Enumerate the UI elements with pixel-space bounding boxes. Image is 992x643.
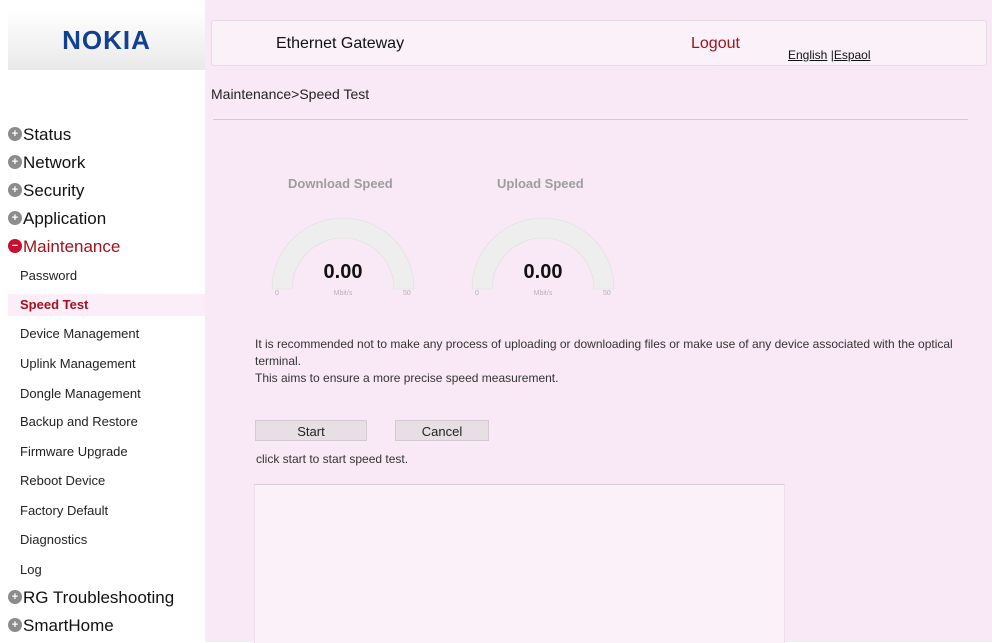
menu-label: Application (23, 209, 107, 228)
submenu-firmware-upgrade[interactable]: Firmware Upgrade (20, 442, 128, 462)
breadcrumb: Maintenance>Speed Test (211, 86, 370, 102)
start-button[interactable]: Start (255, 420, 367, 441)
menu-smarthome[interactable]: + SmartHome (8, 614, 114, 638)
submenu-device-management[interactable]: Device Management (20, 324, 139, 344)
menu-label: Maintenance (23, 237, 121, 256)
expand-icon: + (8, 210, 22, 225)
speed-test-result-area (254, 484, 785, 643)
logo-area: NOKIA (8, 10, 205, 70)
speed-test-note: It is recommended not to make any proces… (255, 336, 975, 387)
upload-speed-title: Upload Speed (497, 176, 584, 191)
download-speed-title: Download Speed (288, 176, 393, 191)
logout-link[interactable]: Logout (691, 35, 740, 53)
submenu-dongle-management[interactable]: Dongle Management (20, 384, 141, 404)
download-gauge-min: 0 (275, 290, 279, 297)
main-content: Ethernet Gateway Logout English |Espaol … (205, 0, 992, 643)
collapse-icon: − (8, 238, 22, 253)
upload-speed-value: 0.00 (523, 261, 563, 283)
lang-spanish-link[interactable]: Espaol (834, 48, 871, 62)
divider (213, 119, 968, 120)
cancel-button[interactable]: Cancel (395, 420, 489, 441)
menu-maintenance[interactable]: − Maintenance (8, 235, 120, 259)
language-switcher: English |Espaol (788, 48, 871, 62)
submenu-reboot-device[interactable]: Reboot Device (20, 471, 105, 491)
download-speed-value: 0.00 (323, 261, 363, 283)
expand-icon: + (8, 154, 22, 169)
menu-label: Status (23, 125, 72, 144)
menu-security[interactable]: + Security (8, 179, 84, 203)
submenu-backup-restore[interactable]: Backup and Restore (20, 412, 138, 432)
menu-network[interactable]: + Network (8, 151, 85, 175)
download-speed-gauge: 0.00 Mbit/s 0 50 (268, 205, 418, 297)
start-hint: click start to start speed test. (256, 452, 409, 466)
menu-label: Security (23, 181, 85, 200)
menu-label: RG Troubleshooting (23, 588, 175, 607)
nokia-logo: NOKIA (62, 25, 151, 55)
submenu-password[interactable]: Password (20, 266, 77, 286)
app-title: Ethernet Gateway (276, 35, 405, 52)
upload-gauge-min: 0 (475, 290, 479, 297)
expand-icon: + (8, 182, 22, 197)
menu-status[interactable]: + Status (8, 123, 71, 147)
submenu-uplink-management[interactable]: Uplink Management (20, 354, 136, 374)
expand-icon: + (8, 589, 22, 604)
expand-icon: + (8, 617, 22, 632)
submenu-factory-default[interactable]: Factory Default (20, 501, 108, 521)
menu-rg-troubleshooting[interactable]: + RG Troubleshooting (8, 586, 174, 610)
menu-label: SmartHome (23, 616, 114, 635)
header-bar: Ethernet Gateway Logout English |Espaol (211, 20, 987, 66)
upload-gauge-max: 50 (603, 290, 611, 297)
menu-label: Network (23, 153, 86, 172)
download-speed-unit: Mbit/s (333, 290, 353, 297)
submenu-speed-test[interactable]: Speed Test (8, 294, 205, 316)
note-line-1: It is recommended not to make any proces… (255, 337, 953, 368)
submenu-log[interactable]: Log (20, 560, 42, 580)
menu-application[interactable]: + Application (8, 207, 106, 231)
note-line-2: This aims to ensure a more precise speed… (255, 371, 559, 385)
lang-english-link[interactable]: English (788, 48, 827, 62)
upload-speed-gauge: 0.00 Mbit/s 0 50 (468, 205, 618, 297)
expand-icon: + (8, 126, 22, 141)
upload-speed-unit: Mbit/s (533, 290, 553, 297)
submenu-diagnostics[interactable]: Diagnostics (20, 530, 87, 550)
sidebar: NOKIA + Status + Network + Security + Applic… (0, 0, 205, 642)
download-gauge-max: 50 (403, 290, 411, 297)
